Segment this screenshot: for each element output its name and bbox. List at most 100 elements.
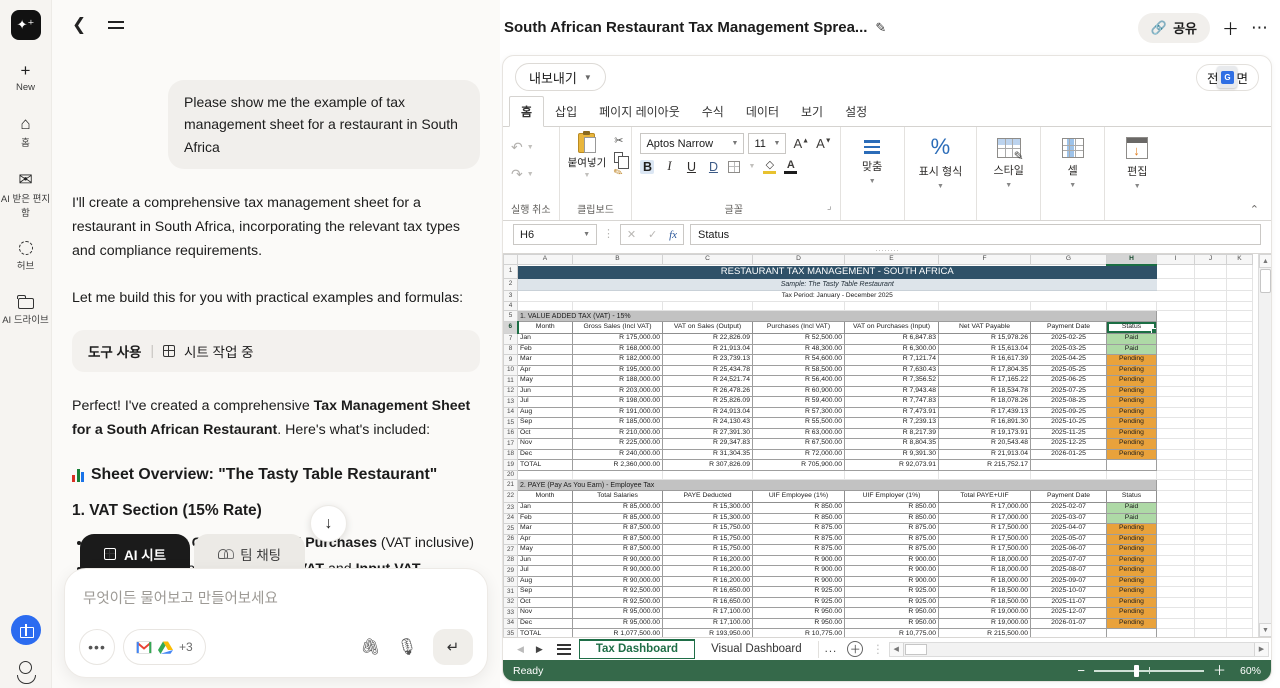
grid-cell[interactable]: R 87,500.00	[573, 545, 663, 556]
grid-cell[interactable]: R 17,000.00	[939, 503, 1031, 514]
grid-cell[interactable]: 2025-06-25	[1031, 376, 1107, 387]
grid-cell[interactable]: R 900.00	[845, 576, 939, 587]
grid-cell[interactable]: TOTAL	[518, 629, 573, 638]
ribbon-tab-formulas[interactable]: 수식	[691, 97, 735, 126]
grid-cell[interactable]	[1195, 439, 1227, 450]
status-cell[interactable]: Pending	[1107, 439, 1157, 450]
grid-cell[interactable]: R 92,073.91	[845, 460, 939, 471]
grid-cell[interactable]	[1195, 311, 1227, 322]
row-header-4[interactable]: 4	[504, 302, 518, 311]
row-header-29[interactable]: 29	[504, 566, 518, 577]
grid-cell[interactable]	[1195, 397, 1227, 408]
grid-cell[interactable]	[1227, 480, 1253, 491]
account-icon[interactable]	[19, 661, 32, 674]
grid-cell[interactable]: R 57,300.00	[753, 407, 845, 418]
grid-cell[interactable]: R 17,439.13	[939, 407, 1031, 418]
grid-cell[interactable]	[1157, 291, 1195, 302]
row-header-25[interactable]: 25	[504, 524, 518, 535]
grid-cell[interactable]: R 72,000.00	[753, 449, 845, 460]
grid-cell[interactable]: R 17,500.00	[939, 545, 1031, 556]
grid-cell[interactable]	[1157, 460, 1195, 471]
table-header-uif-employee-1-[interactable]: UIF Employee (1%)	[753, 491, 845, 503]
grid-cell[interactable]	[1227, 597, 1253, 608]
column-header-J[interactable]: J	[1195, 255, 1227, 265]
status-cell[interactable]: Paid	[1107, 513, 1157, 524]
grid-cell[interactable]: R 307,826.09	[663, 460, 753, 471]
grid-cell[interactable]	[1195, 608, 1227, 619]
grid-cell[interactable]: R 925.00	[845, 587, 939, 598]
grid-cell[interactable]	[1227, 439, 1253, 450]
grid-cell[interactable]	[1195, 386, 1227, 397]
grid-cell[interactable]: R 7,747.83	[845, 397, 939, 408]
grid-cell[interactable]: Dec	[518, 449, 573, 460]
grid-cell[interactable]: R 17,165.22	[939, 376, 1031, 387]
grid-cell[interactable]: R 63,000.00	[753, 428, 845, 439]
grid-cell[interactable]: R 15,300.00	[663, 513, 753, 524]
grid-cell[interactable]: R 90,000.00	[573, 566, 663, 577]
grid-cell[interactable]	[1227, 265, 1253, 279]
grid-cell[interactable]: R 18,500.00	[939, 597, 1031, 608]
grid-cell[interactable]	[573, 302, 663, 311]
grid-cell[interactable]	[1195, 334, 1227, 345]
table-header-status[interactable]: Status	[1107, 491, 1157, 503]
grid-cell[interactable]: R 90,000.00	[573, 555, 663, 566]
grid-cell[interactable]: R 900.00	[753, 576, 845, 587]
grid-cell[interactable]: R 850.00	[753, 513, 845, 524]
grid-cell[interactable]: Sep	[518, 418, 573, 429]
grid-cell[interactable]	[1195, 587, 1227, 598]
grid-cell[interactable]: 2025-12-07	[1031, 608, 1107, 619]
grid-cell[interactable]	[1157, 365, 1195, 376]
ribbon-tab-insert[interactable]: 삽입	[544, 97, 588, 126]
underline-button[interactable]: U	[684, 160, 698, 174]
grid-cell[interactable]: R 925.00	[845, 597, 939, 608]
grid-cell[interactable]: R 705,900.00	[753, 460, 845, 471]
grid-cell[interactable]	[1227, 449, 1253, 460]
table-header-month[interactable]: Month	[518, 322, 573, 334]
grid-cell[interactable]	[1157, 449, 1195, 460]
grid-cell[interactable]: 2025-05-25	[1031, 365, 1107, 376]
grid-cell[interactable]	[1227, 418, 1253, 429]
grid-cell[interactable]: R 15,300.00	[663, 503, 753, 514]
grid-cell[interactable]: R 18,000.00	[939, 555, 1031, 566]
grid-cell[interactable]: Sep	[518, 587, 573, 598]
grid-cell[interactable]	[753, 471, 845, 480]
grid-cell[interactable]: R 17,000.00	[939, 513, 1031, 524]
grid-cell[interactable]: R 60,900.00	[753, 386, 845, 397]
ribbon-tab-settings[interactable]: 설정	[834, 97, 878, 126]
column-header-H[interactable]: H	[1107, 255, 1157, 265]
grid-cell[interactable]: Feb	[518, 344, 573, 355]
header-more-button[interactable]: ⋯	[1251, 18, 1268, 38]
tax-period-cell[interactable]: Tax Period: January - December 2025	[518, 291, 1157, 302]
grid-cell[interactable]: R 58,500.00	[753, 365, 845, 376]
grid-cell[interactable]	[1157, 587, 1195, 598]
ribbon-tab-view[interactable]: 보기	[790, 97, 834, 126]
grid-cell[interactable]: R 875.00	[845, 545, 939, 556]
grid-cell[interactable]: R 55,500.00	[753, 418, 845, 429]
grid-cell[interactable]: R 67,500.00	[753, 439, 845, 450]
grid-cell[interactable]	[1195, 597, 1227, 608]
table-header-paye-deducted[interactable]: PAYE Deducted	[663, 491, 753, 503]
grid-cell[interactable]: R 25,826.09	[663, 397, 753, 408]
grid-cell[interactable]: R 875.00	[845, 534, 939, 545]
grid-cell[interactable]: R 19,000.00	[939, 618, 1031, 629]
grid-cell[interactable]: R 17,804.35	[939, 365, 1031, 376]
grid-cell[interactable]: R 7,239.13	[845, 418, 939, 429]
column-header-D[interactable]: D	[753, 255, 845, 265]
grid-cell[interactable]: R 22,826.09	[663, 334, 753, 345]
grid-cell[interactable]: R 90,000.00	[573, 576, 663, 587]
grid-cell[interactable]	[1227, 279, 1253, 291]
grid-cell[interactable]	[845, 471, 939, 480]
status-cell[interactable]: Pending	[1107, 555, 1157, 566]
grid-cell[interactable]: R 6,847.83	[845, 334, 939, 345]
table-header-payment-date[interactable]: Payment Date	[1031, 322, 1107, 334]
status-cell[interactable]: Pending	[1107, 534, 1157, 545]
grid-cell[interactable]	[518, 302, 573, 311]
fullscreen-button[interactable]: 전 G 면	[1196, 64, 1259, 91]
increase-font-button[interactable]: A▲	[793, 136, 809, 151]
alignment-button[interactable]: 맞춤 ▼	[841, 127, 905, 220]
formula-input[interactable]: Status	[690, 224, 1261, 245]
add-sheet-button[interactable]: ＋	[847, 641, 863, 657]
grid-cell[interactable]: R 20,543.48	[939, 439, 1031, 450]
grid-cell[interactable]: Dec	[518, 618, 573, 629]
row-header-24[interactable]: 24	[504, 513, 518, 524]
